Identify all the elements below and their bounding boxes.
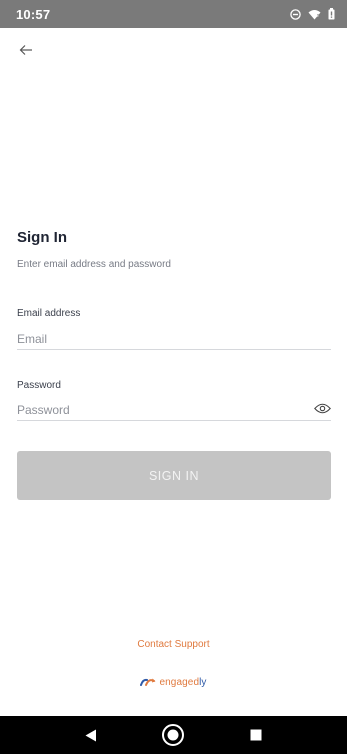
circle-home-icon <box>162 724 185 746</box>
password-label: Password <box>17 380 61 391</box>
brand-logo: engagedly <box>0 677 347 688</box>
status-time: 10:57 <box>16 6 51 22</box>
nav-home-button[interactable] <box>158 720 188 750</box>
nav-back-button[interactable] <box>76 720 106 750</box>
brand-name-suffix: ly <box>199 677 207 688</box>
arrow-left-icon <box>19 45 32 55</box>
password-field-container <box>17 399 331 421</box>
status-icons <box>290 8 335 20</box>
toggle-password-visibility-button[interactable] <box>313 399 331 417</box>
eye-icon <box>313 403 331 413</box>
page-title: Sign In <box>17 229 67 246</box>
sign-in-button[interactable]: SIGN IN <box>17 451 331 500</box>
nav-recents-button[interactable] <box>241 720 271 750</box>
system-nav-bar <box>0 716 347 754</box>
battery-icon <box>328 8 335 20</box>
contact-support-link[interactable]: Contact Support <box>0 639 347 650</box>
square-recents-icon <box>250 729 262 741</box>
brand-name: engagedly <box>159 677 206 688</box>
triangle-back-icon <box>85 729 97 741</box>
password-input[interactable] <box>17 402 331 417</box>
page-subtitle: Enter email address and password <box>17 259 171 270</box>
email-field-container <box>17 328 331 350</box>
wifi-icon <box>308 9 321 19</box>
brand-name-main: engaged <box>159 677 200 688</box>
email-label: Email address <box>17 308 81 319</box>
engagedly-logo-icon <box>140 678 156 686</box>
back-button[interactable] <box>14 40 38 60</box>
email-input[interactable] <box>17 331 331 346</box>
status-bar: 10:57 <box>0 0 347 28</box>
do-not-disturb-icon <box>290 8 301 20</box>
